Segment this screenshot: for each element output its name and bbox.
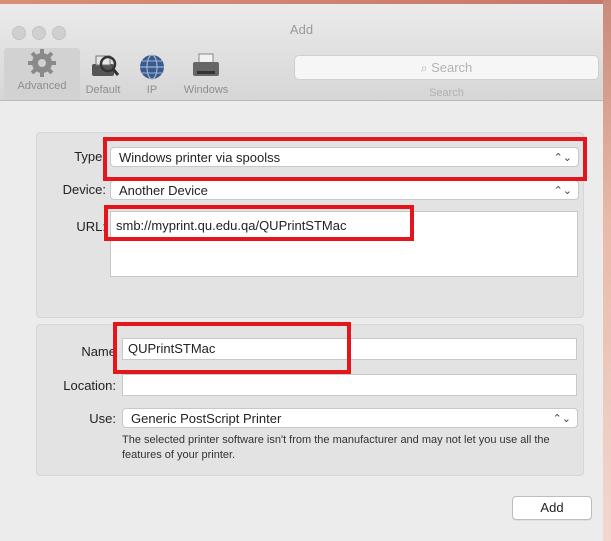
- url-label: URL:: [76, 219, 106, 234]
- toolbar-item-windows[interactable]: Windows: [176, 52, 236, 96]
- type-popup[interactable]: Windows printer via spoolss ⌃⌄: [110, 147, 579, 167]
- chevron-updown-icon: ⌃⌄: [553, 185, 572, 197]
- toolbar-item-label: IP: [146, 84, 158, 96]
- url-field[interactable]: smb://myprint.qu.edu.qa/QUPrintSTMac: [110, 211, 578, 277]
- toolbar-item-ip[interactable]: IP: [134, 52, 170, 96]
- toolbar-item-default[interactable]: Default: [80, 52, 126, 96]
- device-label: Device:: [62, 182, 106, 197]
- chevron-updown-icon: ⌃⌄: [552, 413, 571, 425]
- windows-printer-icon: [189, 52, 223, 82]
- content-area: Type: Windows printer via spoolss ⌃⌄ Dev…: [0, 101, 603, 541]
- search-placeholder: Search: [431, 60, 473, 75]
- add-button[interactable]: Add: [512, 496, 592, 520]
- location-field[interactable]: [122, 374, 577, 396]
- device-value: Another Device: [119, 183, 208, 198]
- chevron-updown-icon: ⌃⌄: [553, 152, 572, 164]
- gear-icon: [25, 48, 59, 78]
- search-icon: ⌕: [420, 61, 428, 75]
- toolbar-item-label: Default: [85, 84, 121, 96]
- type-value: Windows printer via spoolss: [119, 150, 281, 165]
- location-label: Location:: [63, 378, 116, 393]
- device-popup[interactable]: Another Device ⌃⌄: [110, 180, 579, 200]
- window-title: Add: [289, 22, 314, 37]
- desktop-background-edge: [603, 0, 611, 541]
- use-label: Use:: [89, 411, 116, 426]
- toolbar-item-label: Advanced: [17, 80, 67, 92]
- name-value: QUPrintSTMac: [128, 341, 216, 356]
- search-field[interactable]: ⌕ Search: [294, 55, 599, 80]
- toolbar-item-advanced[interactable]: Advanced: [4, 48, 80, 92]
- name-field[interactable]: QUPrintSTMac: [122, 338, 577, 360]
- toolbar-item-label: Windows: [183, 84, 229, 96]
- use-popup[interactable]: Generic PostScript Printer ⌃⌄: [122, 408, 578, 428]
- titlebar: Add Advanced Default IP Windows ⌕ Search…: [0, 4, 603, 101]
- use-value: Generic PostScript Printer: [131, 411, 282, 426]
- name-label: Name: [81, 344, 116, 359]
- type-label: Type:: [74, 149, 106, 164]
- search-caption: Search: [429, 87, 464, 99]
- add-printer-window: Add Advanced Default IP Windows ⌕ Search…: [0, 0, 611, 541]
- driver-warning-text: The selected printer software isn't from…: [122, 434, 550, 461]
- globe-icon: [135, 52, 169, 82]
- default-printer-icon: [86, 52, 120, 82]
- url-value: smb://myprint.qu.edu.qa/QUPrintSTMac: [116, 218, 347, 233]
